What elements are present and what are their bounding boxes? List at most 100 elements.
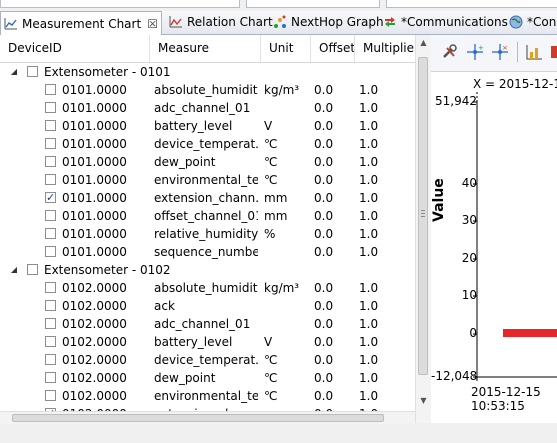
device-id-cell: 0101.0000 (62, 209, 127, 223)
tools-button[interactable] (439, 41, 461, 63)
measure-cell: dew_point (154, 371, 216, 385)
measure-checkbox[interactable] (45, 156, 56, 167)
tree-group-row[interactable]: ◢ Extensometer - 0101 (0, 63, 415, 81)
crosshair-remove-icon: × (492, 44, 508, 60)
measure-checkbox[interactable] (45, 228, 56, 239)
measurement-chart[interactable]: X = 2015-12-15 1 Value 51,942 40 30 20 1… (431, 72, 557, 423)
table-row[interactable]: 0101.0000 sequence_number 0.0 1.0 (0, 243, 415, 261)
device-id-cell: 0101.0000 (62, 83, 127, 97)
header-measure[interactable]: Measure (150, 35, 261, 62)
table-row[interactable]: 0101.0000 absolute_humidity kg/m³ 0.0 1.0 (0, 81, 415, 99)
remove-crosshair-button[interactable]: × (489, 41, 511, 63)
group-checkbox[interactable] (27, 264, 38, 275)
device-id-cell: 0101.0000 (62, 137, 127, 151)
measure-checkbox[interactable] (45, 174, 56, 185)
horizontal-scrollbar[interactable] (0, 411, 415, 424)
table-row[interactable]: 0102.0000 battery_level V 0.0 1.0 (0, 333, 415, 351)
measure-cell: absolute_humidity (154, 83, 258, 97)
device-id-cell: 0102.0000 (62, 371, 127, 385)
measure-checkbox[interactable] (45, 300, 56, 311)
header-multiplier[interactable]: Multiplier (355, 35, 415, 62)
multiplier-cell: 1.0 (359, 155, 379, 169)
table-row[interactable]: 0102.0000 dew_point ℃ 0.0 1.0 (0, 369, 415, 387)
offset-cell: 0.0 (314, 209, 334, 223)
measure-checkbox[interactable] (45, 84, 56, 95)
tab-communications[interactable]: *Communications (380, 11, 508, 33)
measure-checkbox[interactable] (45, 102, 56, 113)
table-row[interactable]: 0101.0000 dew_point ℃ 0.0 1.0 (0, 153, 415, 171)
measure-checkbox[interactable] (45, 390, 56, 401)
group-name: Extensometer - 0102 (44, 263, 171, 277)
multiplier-cell: 1.0 (359, 137, 379, 151)
device-id-cell: 0101.0000 (62, 155, 127, 169)
chart-view-button[interactable] (523, 41, 545, 63)
scroll-down-arrow-icon[interactable]: ▼ (416, 393, 431, 408)
expand-triangle-icon[interactable]: ◢ (9, 63, 19, 81)
scroll-up-arrow-icon[interactable]: ▲ (416, 35, 431, 50)
measure-checkbox[interactable] (45, 354, 56, 365)
add-crosshair-button[interactable]: + (464, 41, 486, 63)
table-row[interactable]: 0101.0000 device_temperat... ℃ 0.0 1.0 (0, 135, 415, 153)
table-row[interactable]: 0102.0000 adc_channel_01 0.0 1.0 (0, 315, 415, 333)
table-header: DeviceID Measure Unit Offset Multiplier (0, 35, 415, 63)
measure-checkbox[interactable] (45, 189, 56, 207)
top-field-3[interactable] (386, 0, 557, 8)
tab-nexthop-graph[interactable]: NextHop Graph (270, 11, 384, 33)
top-field-1[interactable] (0, 0, 240, 8)
measure-checkbox[interactable] (45, 372, 56, 383)
table-row[interactable]: 0102.0000 device_temperat... ℃ 0.0 1.0 (0, 351, 415, 369)
table-row[interactable]: 0102.0000 environmental_te... ℃ 0.0 1.0 (0, 387, 415, 405)
measure-checkbox[interactable] (45, 138, 56, 149)
table-row[interactable]: 0101.0000 battery_level V 0.0 1.0 (0, 117, 415, 135)
table-body: ◢ Extensometer - 0101 0101.0000 absolute_hu… (0, 63, 415, 443)
measure-checkbox[interactable] (45, 282, 56, 293)
measure-checkbox[interactable] (45, 336, 56, 347)
scrollbar-thumb[interactable] (418, 57, 428, 375)
table-row[interactable]: 0101.0000 offset_channel_01 mm 0.0 1.0 (0, 207, 415, 225)
svg-text:+: + (478, 44, 484, 52)
measure-cell: adc_channel_01 (154, 101, 251, 115)
offset-cell: 0.0 (314, 317, 334, 331)
multiplier-cell: 1.0 (359, 389, 379, 403)
table-row[interactable]: 0101.0000 adc_channel_01 0.0 1.0 (0, 99, 415, 117)
table-row[interactable]: 0101.0000 extension_chann... mm 0.0 1.0 (0, 189, 415, 207)
measure-checkbox[interactable] (45, 210, 56, 221)
table-row[interactable]: 0102.0000 ack 0.0 1.0 (0, 297, 415, 315)
unit-cell: kg/m³ (264, 281, 300, 295)
device-id-cell: 0101.0000 (62, 245, 127, 259)
tab-measurement-chart[interactable]: Measurement Chart ☒ (0, 11, 162, 35)
multiplier-cell: 1.0 (359, 299, 379, 313)
offset-cell: 0.0 (314, 137, 334, 151)
measure-cell: battery_level (154, 335, 233, 349)
table-row[interactable]: 0101.0000 relative_humidity% 0.0 1.0 (0, 225, 415, 243)
header-unit[interactable]: Unit (261, 35, 311, 62)
tab-relation-chart[interactable]: Relation Chart (166, 11, 273, 33)
measure-cell: device_temperat... (154, 353, 258, 367)
tab-connections[interactable]: *Conn (506, 11, 557, 33)
measure-checkbox[interactable] (45, 120, 56, 131)
table-row[interactable]: 0102.0000 absolute_humidity kg/m³ 0.0 1.0 (0, 279, 415, 297)
measure-cell: relative_humidity (154, 227, 258, 241)
multiplier-cell: 1.0 (359, 209, 379, 223)
tree-group-row[interactable]: ◢ Extensometer - 0102 (0, 261, 415, 279)
group-checkbox[interactable] (27, 66, 38, 77)
header-offset[interactable]: Offset (311, 35, 355, 62)
measure-checkbox[interactable] (45, 318, 56, 329)
chart-toolbar: + × (431, 35, 557, 72)
unit-cell: ℃ (264, 353, 278, 367)
offset-cell: 0.0 (314, 173, 334, 187)
vertical-scrollbar[interactable]: ▲ ▼ (415, 35, 431, 423)
expand-triangle-icon[interactable]: ◢ (9, 261, 19, 279)
svg-text:×: × (502, 44, 508, 52)
close-icon[interactable]: ☒ (147, 17, 158, 31)
hscrollbar-thumb[interactable] (12, 414, 384, 422)
top-field-2[interactable] (246, 0, 380, 8)
export-button[interactable] (548, 41, 557, 63)
offset-cell: 0.0 (314, 281, 334, 295)
group-name: Extensometer - 0101 (44, 65, 171, 79)
table-row[interactable]: 0101.0000 environmental_te... ℃ 0.0 1.0 (0, 171, 415, 189)
measure-checkbox[interactable] (45, 246, 56, 257)
header-deviceid[interactable]: DeviceID (0, 35, 150, 62)
unit-cell: V (264, 335, 273, 349)
y-tick-label: 10 (461, 288, 477, 302)
